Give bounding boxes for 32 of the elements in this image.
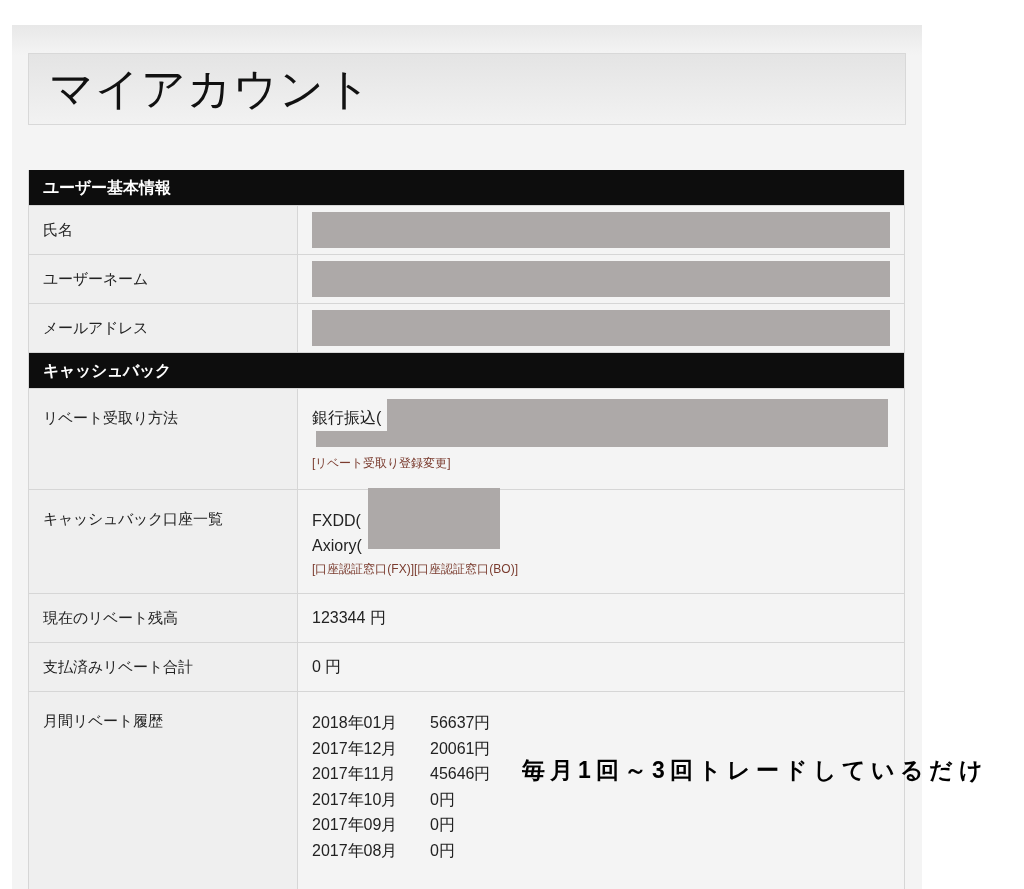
field-label: ユーザーネーム	[43, 268, 148, 289]
field-label: キャッシュバック口座一覧	[43, 510, 223, 527]
amount-value: 0円	[430, 789, 455, 810]
field-value: 銀行振込(	[312, 408, 382, 428]
amount-value: 0円	[430, 815, 455, 836]
link[interactable]: [口座認証窓口(BO)]	[414, 560, 518, 578]
month-label: 2018年01月	[312, 713, 399, 733]
field-value: FXDD(	[312, 511, 361, 531]
month-label: 2017年08月	[312, 840, 399, 861]
field-label: 月間リベート履歴	[43, 712, 163, 729]
field-label: 支払済みリベート合計	[43, 656, 193, 677]
month-label: 2017年12月	[312, 738, 399, 759]
field-value: Axiory(	[312, 536, 362, 556]
field-label: 氏名	[43, 219, 73, 240]
month-label: 2017年09月	[312, 815, 399, 836]
link[interactable]: [口座認証窓口(FX)]	[312, 560, 414, 578]
section-title: ユーザー基本情報	[43, 177, 171, 198]
field-label: 現在のリベート残高	[43, 607, 178, 628]
amount-value: 56637円	[430, 713, 491, 733]
month-label: 2017年11月	[312, 764, 398, 785]
page-title: マイアカウント	[49, 63, 372, 115]
annotation-text: 毎月1回～3回トレードしているだけ	[522, 756, 988, 785]
field-value: 123344 円	[312, 608, 386, 628]
field-label: リベート受取り方法	[43, 409, 178, 426]
field-label: メールアドレス	[43, 317, 148, 338]
section-title: キャッシュバック	[43, 360, 171, 381]
field-value: 0 円	[312, 657, 342, 677]
amount-value: 0円	[430, 840, 455, 861]
amount-value: 45646円	[430, 764, 491, 785]
month-label: 2017年10月	[312, 789, 399, 810]
link[interactable]: [リベート受取り登録変更]	[312, 454, 451, 472]
amount-value: 20061円	[430, 738, 491, 759]
